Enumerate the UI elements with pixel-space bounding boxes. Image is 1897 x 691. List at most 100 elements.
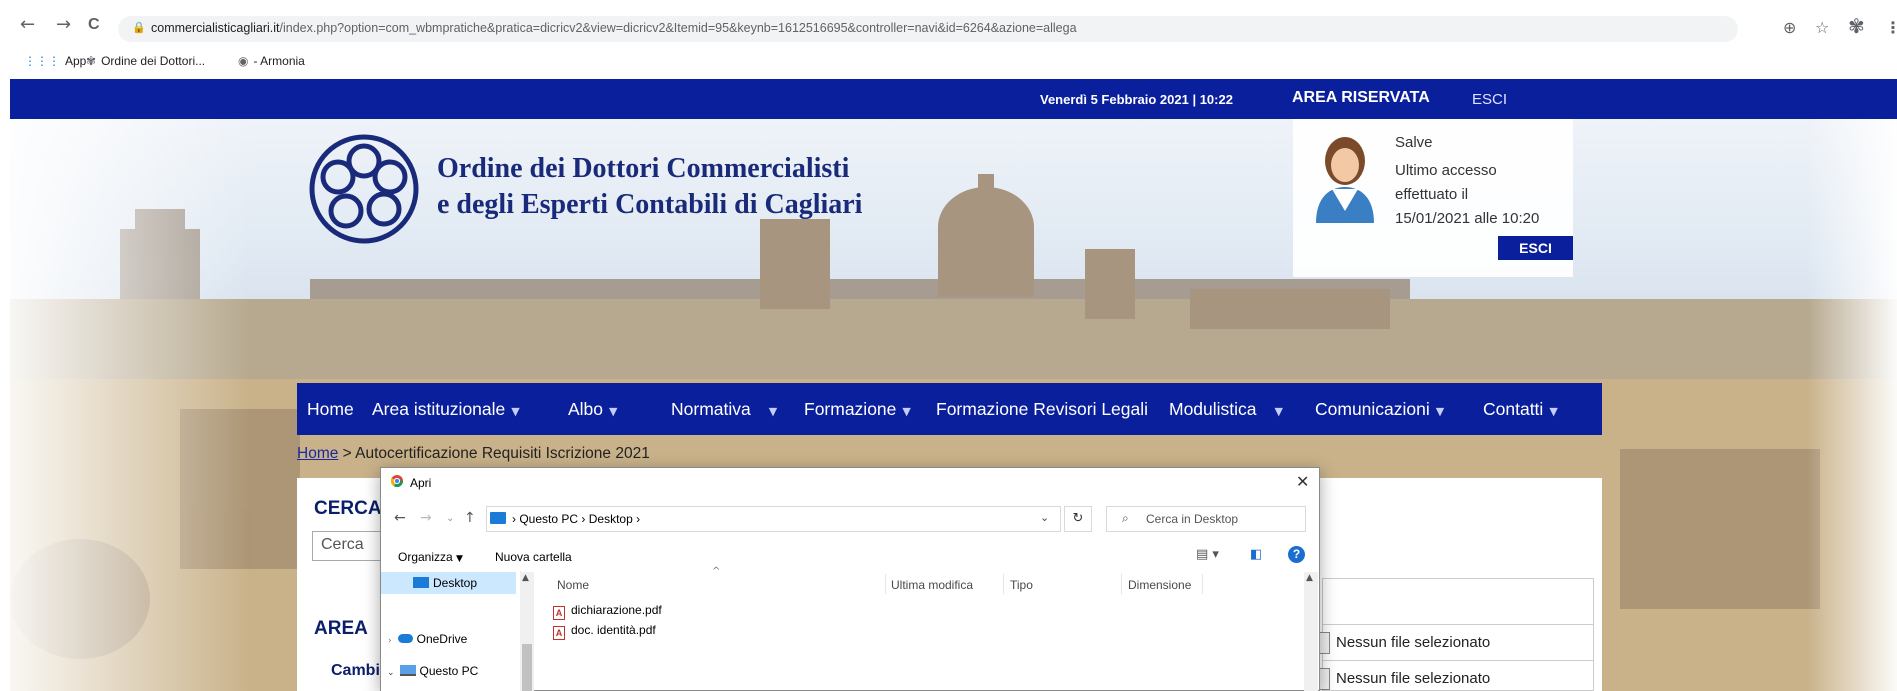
- view-options-icon[interactable]: ▤ ▾: [1196, 547, 1219, 562]
- pdf-file-icon: A: [553, 626, 565, 640]
- chevron-right-icon: ›: [388, 636, 392, 646]
- breadcrumb-current: Autocertificazione Requisiti Iscrizione …: [355, 445, 650, 462]
- bookmark-ordine[interactable]: ✾ Ordine dei Dottori...: [86, 54, 205, 68]
- help-icon[interactable]: ?: [1288, 546, 1305, 563]
- chevron-down-icon: ▼: [1435, 405, 1445, 418]
- user-avatar: [1316, 137, 1374, 223]
- pc-icon: [399, 665, 416, 676]
- logo-title-line2: e degli Esperti Contabili di Cagliari: [437, 189, 863, 220]
- dialog-path[interactable]: › Questo PC › Desktop ›: [512, 512, 640, 526]
- nav-item-albo[interactable]: Albo ▼: [568, 399, 618, 420]
- url-text[interactable]: commercialisticagliari.it/index.php?opti…: [151, 21, 1077, 35]
- topbar-logout-link[interactable]: ESCI: [1472, 91, 1507, 108]
- column-header-type[interactable]: Tipo: [1010, 578, 1033, 592]
- logout-button[interactable]: ESCI: [1498, 236, 1573, 260]
- menu-icon[interactable]: ⋮: [1885, 18, 1897, 37]
- nav-item-comunicazioni[interactable]: Comunicazioni ▼: [1315, 399, 1444, 420]
- globe-icon: ◉: [238, 54, 249, 68]
- nav-item-home[interactable]: Home: [307, 399, 354, 420]
- reserved-area-label: AREA RISERVATA: [1292, 89, 1430, 106]
- bookmark-apps[interactable]: ⋮⋮⋮ App: [24, 54, 86, 68]
- column-header-modified[interactable]: Ultima modifica: [891, 578, 973, 592]
- pc-icon: [490, 512, 506, 524]
- tree-item-questo-pc[interactable]: ⌄ Questo PC: [387, 664, 478, 678]
- preview-pane-icon[interactable]: ◧: [1250, 547, 1262, 562]
- topbar-date: Venerdì 5 Febbraio 2021 | 10:22: [1040, 92, 1233, 107]
- column-separator: [1003, 574, 1004, 594]
- chevron-down-icon: ▼: [456, 554, 463, 564]
- nav-item-area-istituzionale[interactable]: Area istituzionale ▼: [372, 399, 520, 420]
- column-header-size[interactable]: Dimensione: [1128, 578, 1191, 592]
- onedrive-icon: [397, 634, 413, 643]
- logo-title-line1: Ordine dei Dottori Commercialisti: [437, 153, 850, 184]
- nav-item-formazione-revisori[interactable]: Formazione Revisori Legali: [936, 399, 1148, 420]
- chevron-down-icon: ▼: [902, 405, 911, 418]
- pdf-file-icon: A: [553, 606, 565, 620]
- file-list-scrollbar[interactable]: [1304, 572, 1318, 691]
- zoom-icon[interactable]: ⊕: [1783, 18, 1796, 37]
- dialog-title: Apri: [410, 476, 432, 490]
- lock-icon[interactable]: 🔒: [132, 21, 146, 34]
- site-topbar: [10, 79, 1897, 119]
- search-heading: CERCA: [314, 498, 382, 519]
- column-separator: [1202, 574, 1203, 594]
- site-search-input[interactable]: Cerca: [312, 531, 384, 561]
- nav-item-formazione[interactable]: Formazione ▼: [804, 399, 911, 420]
- bookmark-armonia[interactable]: ◉ - Armonia: [238, 54, 305, 68]
- new-folder-button[interactable]: Nuova cartella: [495, 550, 572, 564]
- refresh-icon[interactable]: ↻: [1064, 506, 1092, 532]
- breadcrumb: Home > Autocertificazione Requisiti Iscr…: [297, 445, 650, 462]
- up-arrow-icon[interactable]: ↑: [464, 510, 476, 526]
- tree-item-desktop[interactable]: Desktop: [413, 576, 477, 590]
- chevron-down-icon: ▼: [1549, 405, 1558, 418]
- nav-item-normativa[interactable]: Normativa ▼: [671, 399, 777, 420]
- back-icon[interactable]: ←: [20, 14, 35, 35]
- reload-icon[interactable]: C: [88, 16, 100, 34]
- user-greeting: Salve: [1395, 134, 1433, 151]
- nav-item-contatti[interactable]: Contatti ▼: [1483, 399, 1558, 420]
- file-list-item[interactable]: Adichiarazione.pdf: [553, 603, 662, 620]
- chevron-down-icon: ▼: [609, 405, 618, 418]
- chevron-down-icon: ▼: [1274, 405, 1284, 418]
- column-header-name[interactable]: Nome: [557, 578, 589, 592]
- file-status: Nessun file selezionato: [1336, 634, 1491, 651]
- column-separator: [885, 574, 886, 594]
- scroll-up-icon[interactable]: ▲: [522, 573, 529, 583]
- file-status: Nessun file selezionato: [1336, 670, 1491, 687]
- chevron-down-icon: ▼: [511, 405, 520, 418]
- dialog-search-placeholder[interactable]: Cerca in Desktop: [1146, 512, 1238, 526]
- reserved-area-heading: AREA: [314, 618, 368, 639]
- sidebar-item-cambi[interactable]: Cambi: [331, 662, 380, 680]
- scroll-up-icon[interactable]: ▲: [1306, 573, 1313, 583]
- forward-icon[interactable]: →: [56, 14, 71, 35]
- file-list-item[interactable]: Adoc. identità.pdf: [553, 623, 656, 640]
- order-logo-icon: [309, 134, 419, 244]
- forward-arrow-icon[interactable]: →: [420, 510, 432, 526]
- last-access-line2: effettuato il: [1395, 186, 1469, 203]
- table-divider: [1322, 660, 1594, 661]
- apps-grid-icon: ⋮⋮⋮: [24, 54, 60, 68]
- sort-ascending-icon: ^: [712, 566, 721, 577]
- chevron-down-icon[interactable]: ⌄: [1040, 511, 1049, 524]
- tree-scrollbar-thumb[interactable]: [522, 644, 532, 691]
- last-access-line1: Ultimo accesso: [1395, 162, 1497, 179]
- globe-icon: ✾: [86, 54, 97, 68]
- chrome-icon: [390, 475, 403, 490]
- close-icon[interactable]: ✕: [1296, 472, 1309, 491]
- breadcrumb-home-link[interactable]: Home: [297, 445, 338, 462]
- tree-item-onedrive[interactable]: › OneDrive: [388, 632, 467, 646]
- last-access-datetime: 15/01/2021 alle 10:20: [1395, 210, 1540, 227]
- organize-menu[interactable]: Organizza ▼: [398, 550, 463, 564]
- back-arrow-icon[interactable]: ←: [394, 510, 406, 526]
- desktop-icon: [413, 577, 429, 588]
- chevron-down-icon: ▼: [768, 405, 778, 418]
- left-fade: [10, 119, 250, 691]
- nav-item-modulistica[interactable]: Modulistica ▼: [1169, 399, 1283, 420]
- chevron-down-icon: ⌄: [387, 668, 395, 678]
- recent-dropdown-icon[interactable]: ⌄: [446, 513, 454, 524]
- star-icon[interactable]: ☆: [1815, 18, 1829, 37]
- search-icon: ⌕: [1122, 511, 1129, 525]
- extension-icon[interactable]: ✾: [1848, 14, 1865, 38]
- column-separator: [1121, 574, 1122, 594]
- table-divider: [1322, 624, 1594, 625]
